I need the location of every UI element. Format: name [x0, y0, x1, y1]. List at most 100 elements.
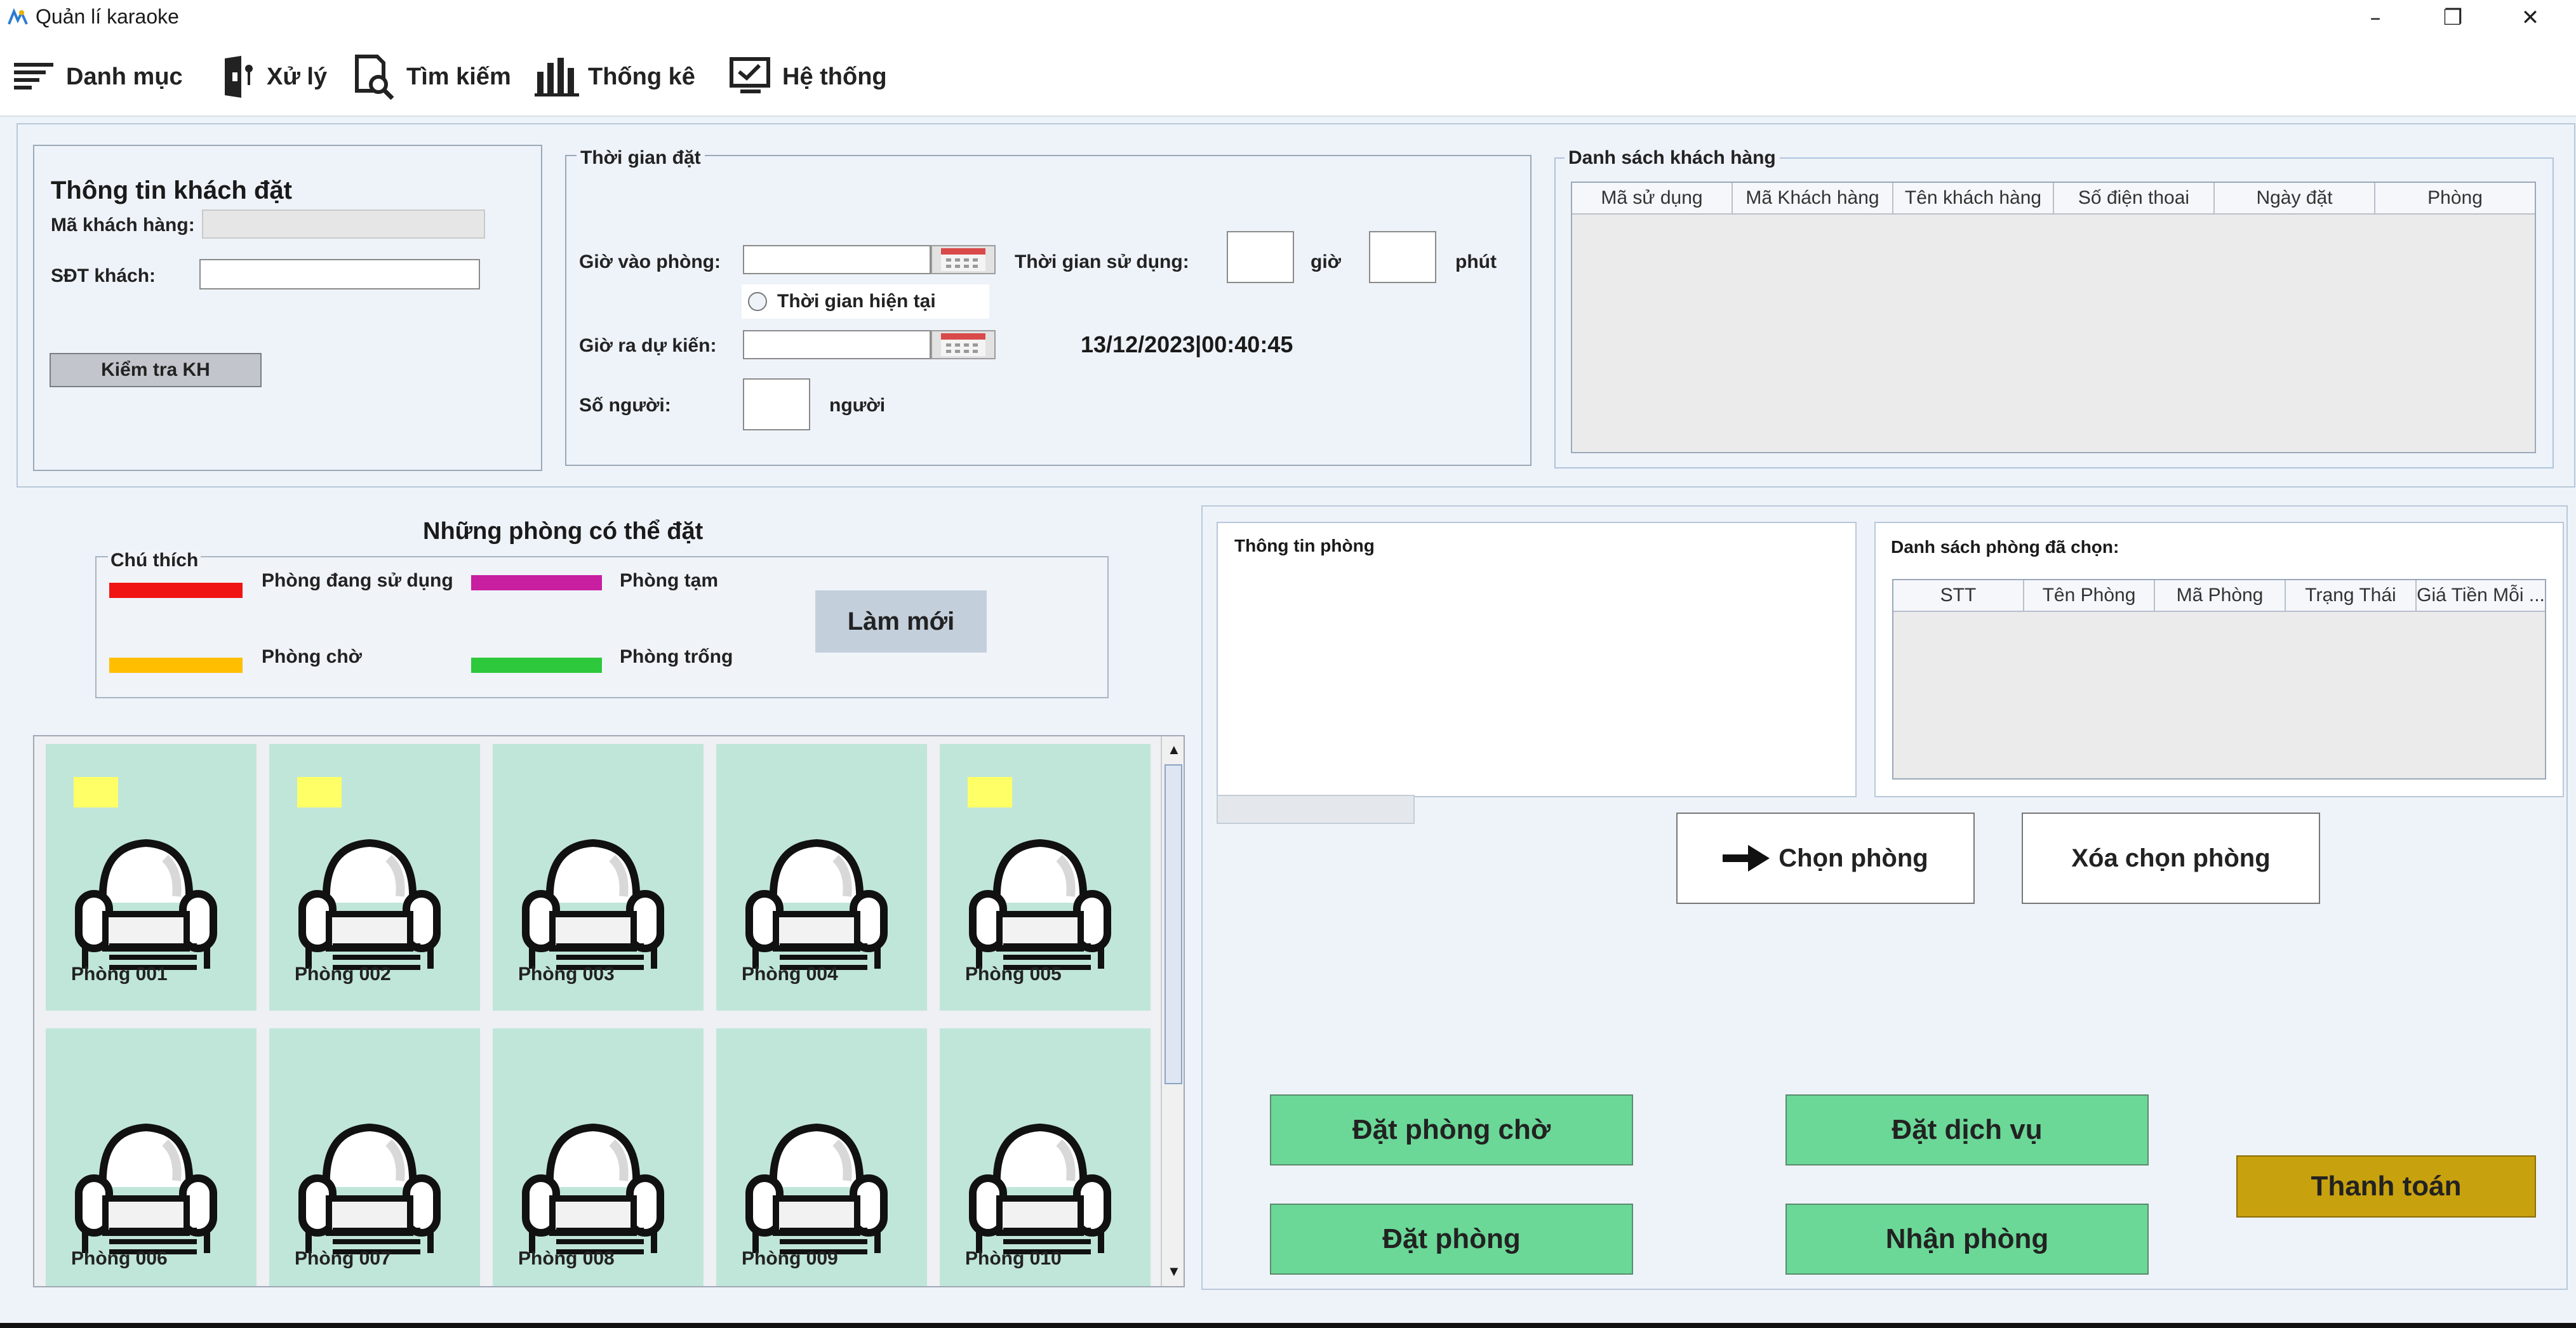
booking-time-legend: Thời gian đặt: [577, 147, 705, 169]
room-card[interactable]: Phòng 004: [716, 744, 927, 1011]
checkin-calendar-button[interactable]: [931, 245, 996, 274]
people-unit: người: [829, 395, 886, 416]
duration-minutes-field[interactable]: [1369, 231, 1436, 283]
menu-label: Xử lý: [267, 63, 328, 90]
book-service-button[interactable]: Đặt dịch vụ: [1785, 1094, 2149, 1165]
armchair-icon: [298, 839, 441, 970]
menu-label: Thống kê: [588, 63, 695, 90]
checkout-field[interactable]: [743, 330, 931, 359]
checkin-field[interactable]: [743, 245, 931, 274]
current-time-radio[interactable]: Thời gian hiện tại: [742, 284, 989, 319]
customer-list-panel: Danh sách khách hàng Mã sử dụng Mã Khách…: [1554, 147, 2554, 468]
room-card[interactable]: Phòng 005: [940, 744, 1151, 1011]
column-header[interactable]: Số điện thoai: [2054, 183, 2215, 213]
room-card[interactable]: Phòng 007: [269, 1028, 480, 1286]
selected-rooms-table[interactable]: STT Tên Phòng Mã Phòng Trạng Thái Giá Ti…: [1892, 579, 2546, 780]
room-name: Phòng 003: [518, 964, 615, 985]
room-grid-scrollbar[interactable]: ▲ ▼: [1161, 736, 1184, 1286]
armchair-icon: [745, 1123, 888, 1254]
restore-icon[interactable]: ❐: [2418, 0, 2488, 36]
menu-he-thong[interactable]: Hệ thống: [729, 55, 887, 99]
legend-label: Phòng đang sử dụng: [262, 570, 453, 591]
menu-label: Danh mục: [66, 63, 183, 90]
room-info-status-bar: [1217, 795, 1415, 824]
receive-room-button[interactable]: Nhận phòng: [1785, 1204, 2149, 1275]
scroll-up-icon[interactable]: ▲: [1167, 741, 1181, 758]
scroll-down-icon[interactable]: ▼: [1167, 1263, 1181, 1280]
hours-unit: giờ: [1311, 251, 1341, 272]
booking-time-panel: Thời gian đặt Giờ vào phòng: Thời gian h…: [565, 147, 1532, 466]
calendar-icon: [941, 333, 985, 356]
customer-id-field[interactable]: [202, 209, 485, 239]
armchair-icon: [969, 839, 1111, 970]
customer-list-legend: Danh sách khách hàng: [1565, 147, 1780, 169]
radio-circle-icon: [748, 292, 767, 311]
people-field[interactable]: [743, 378, 810, 430]
room-name: Phòng 007: [295, 1248, 391, 1269]
column-header[interactable]: Mã Khách hàng: [1733, 183, 1893, 213]
armchair-icon: [969, 1123, 1111, 1254]
checkout-calendar-button[interactable]: [931, 330, 996, 359]
minimize-icon[interactable]: –: [2340, 0, 2410, 36]
column-header[interactable]: Ngày đặt: [2215, 183, 2375, 213]
room-card[interactable]: Phòng 006: [46, 1028, 257, 1286]
legend-label: Phòng trống: [620, 646, 733, 667]
room-name: Phòng 008: [518, 1248, 615, 1269]
search-document-icon: [355, 55, 394, 100]
close-icon[interactable]: ✕: [2495, 0, 2565, 36]
room-card[interactable]: Phòng 001: [46, 744, 257, 1011]
duration-hours-field[interactable]: [1227, 231, 1294, 283]
vip-badge: [74, 777, 118, 807]
choose-room-button[interactable]: Chọn phòng: [1676, 813, 1975, 904]
column-header[interactable]: Tên khách hàng: [1893, 183, 2054, 213]
checkout-label: Giờ ra dự kiến:: [579, 335, 717, 356]
armchair-icon: [298, 1123, 441, 1254]
column-header[interactable]: Phòng: [2375, 183, 2535, 213]
duration-label: Thời gian sử dụng:: [1015, 251, 1189, 272]
column-header[interactable]: Trạng Thái: [2286, 580, 2417, 611]
customer-id-label: Mã khách hàng:: [51, 215, 195, 236]
column-header[interactable]: Mã sử dụng: [1572, 183, 1733, 213]
room-card[interactable]: Phòng 010: [940, 1028, 1151, 1286]
refresh-button[interactable]: Làm mới: [815, 590, 987, 653]
available-rooms-title: Những phòng có thể đặt: [423, 518, 704, 545]
column-header[interactable]: Giá Tiền Mỗi ...: [2417, 580, 2545, 611]
menu-danh-muc[interactable]: Danh mục: [13, 55, 183, 99]
customer-info-title: Thông tin khách đặt: [51, 176, 292, 204]
current-time-radio-label: Thời gian hiện tại: [777, 291, 936, 312]
selected-rooms-table-header: STT Tên Phòng Mã Phòng Trạng Thái Giá Ti…: [1893, 580, 2545, 612]
current-clock: 13/12/2023|00:40:45: [1081, 331, 1293, 357]
vip-badge: [968, 777, 1012, 807]
room-card[interactable]: Phòng 008: [493, 1028, 704, 1286]
vip-badge: [297, 777, 342, 807]
app-logo-icon: [8, 8, 28, 25]
menu-thong-ke[interactable]: Thống kê: [535, 55, 695, 99]
people-label: Số người:: [579, 395, 671, 416]
title-bar: Quản lí karaoke – ❐ ✕: [0, 0, 2576, 36]
room-name: Phòng 006: [71, 1248, 168, 1269]
monitor-check-icon: [730, 57, 770, 93]
checkout-button[interactable]: Thanh toán: [2236, 1155, 2536, 1218]
customer-phone-field[interactable]: [199, 259, 480, 289]
column-header[interactable]: Tên Phòng: [2024, 580, 2155, 611]
door-key-icon: [225, 56, 253, 98]
customer-table[interactable]: Mã sử dụng Mã Khách hàng Tên khách hàng …: [1571, 182, 2536, 453]
column-header[interactable]: STT: [1893, 580, 2024, 611]
room-card[interactable]: Phòng 002: [269, 744, 480, 1011]
armchair-icon: [745, 839, 888, 970]
check-customer-button[interactable]: Kiểm tra KH: [50, 353, 262, 387]
window-title: Quản lí karaoke: [36, 5, 179, 28]
menu-tim-kiem[interactable]: Tìm kiếm: [353, 55, 511, 100]
scrollbar-thumb[interactable]: [1165, 764, 1182, 1084]
menu-label: Tìm kiếm: [406, 63, 511, 90]
menu-xu-ly[interactable]: Xử lý: [220, 55, 327, 99]
book-waiting-button[interactable]: Đặt phòng chờ: [1270, 1094, 1633, 1165]
book-room-button[interactable]: Đặt phòng: [1270, 1204, 1633, 1275]
room-card[interactable]: Phòng 003: [493, 744, 704, 1011]
armchair-icon: [522, 839, 664, 970]
legend-swatch-empty: [471, 658, 602, 673]
room-name: Phòng 005: [965, 964, 1062, 985]
clear-selection-button[interactable]: Xóa chọn phòng: [2022, 813, 2320, 904]
column-header[interactable]: Mã Phòng: [2155, 580, 2286, 611]
room-card[interactable]: Phòng 009: [716, 1028, 927, 1286]
